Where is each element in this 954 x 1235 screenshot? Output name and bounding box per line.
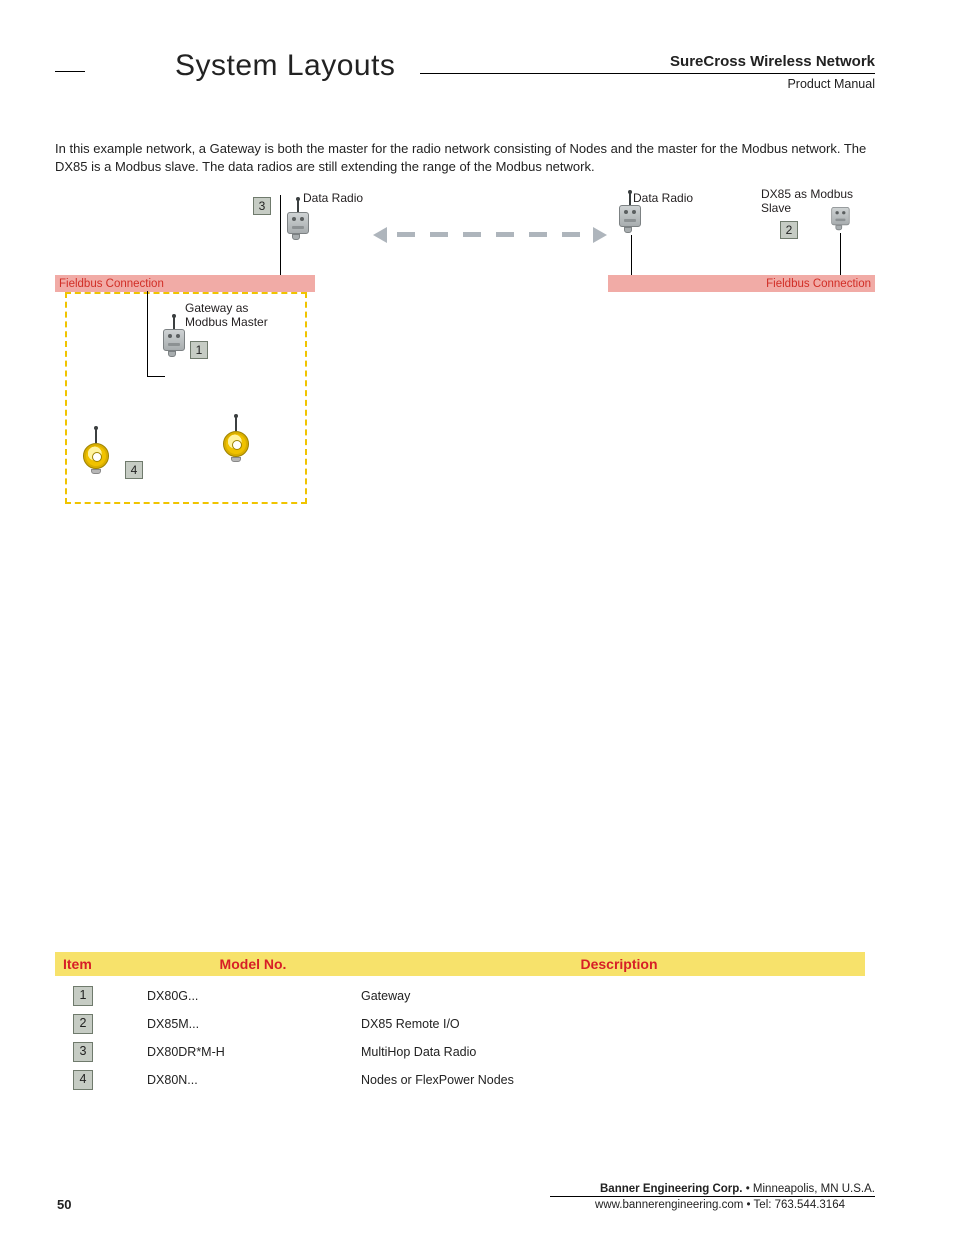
rule-left bbox=[55, 71, 85, 72]
rule-header bbox=[420, 73, 875, 74]
table-row: 1 DX80G... Gateway bbox=[55, 982, 865, 1010]
num-box-4: 4 bbox=[125, 461, 143, 479]
wireless-link-arrow bbox=[375, 224, 605, 244]
items-table: Item Model No. Description 1 DX80G... Ga… bbox=[55, 952, 865, 1094]
table-header: Item Model No. Description bbox=[55, 952, 865, 976]
data-radio-icon-right bbox=[615, 193, 645, 235]
cell-model: DX80G... bbox=[139, 982, 353, 1010]
fieldbus-label-right: Fieldbus Connection bbox=[766, 278, 871, 290]
fieldbus-bar-left: Fieldbus Connection bbox=[55, 275, 315, 292]
footer-rule-short bbox=[845, 1196, 875, 1197]
cell-desc: Nodes or FlexPower Nodes bbox=[353, 1066, 865, 1094]
num-box-1: 1 bbox=[190, 341, 208, 359]
fieldbus-bar-right: Fieldbus Connection bbox=[608, 275, 875, 292]
row-num: 4 bbox=[73, 1070, 93, 1090]
network-diagram: 3 Data Radio Data Radio DX85 as Modbus S… bbox=[55, 189, 875, 529]
data-radio-icon-left bbox=[283, 200, 313, 242]
page-number: 50 bbox=[57, 1197, 71, 1212]
cell-desc: Gateway bbox=[353, 982, 865, 1010]
cell-model: DX85M... bbox=[139, 1010, 353, 1038]
th-item: Item bbox=[55, 956, 133, 972]
node-icon bbox=[80, 429, 112, 473]
num-box-2: 2 bbox=[780, 221, 798, 239]
table-row: 2 DX85M... DX85 Remote I/O bbox=[55, 1010, 865, 1038]
cell-desc: MultiHop Data Radio bbox=[353, 1038, 865, 1066]
connector-line bbox=[840, 233, 841, 275]
cell-desc: DX85 Remote I/O bbox=[353, 1010, 865, 1038]
th-desc: Description bbox=[373, 956, 865, 972]
connector-line bbox=[147, 376, 165, 377]
th-model: Model No. bbox=[133, 956, 373, 972]
connector-line bbox=[147, 291, 148, 376]
connector-line bbox=[631, 235, 632, 275]
row-num: 1 bbox=[73, 986, 93, 1006]
num-box-3: 3 bbox=[253, 197, 271, 215]
cell-model: DX80N... bbox=[139, 1066, 353, 1094]
intro-paragraph: In this example network, a Gateway is bo… bbox=[55, 140, 875, 175]
doc-title: SureCross Wireless Network bbox=[670, 53, 875, 70]
label-gateway-master: Gateway as Modbus Master bbox=[185, 301, 275, 329]
connector-line bbox=[280, 195, 281, 275]
node-icon bbox=[220, 417, 252, 461]
dx85-icon bbox=[828, 197, 853, 232]
fieldbus-label-left: Fieldbus Connection bbox=[59, 278, 164, 290]
doc-subtitle: Product Manual bbox=[787, 77, 875, 91]
cell-model: DX80DR*M-H bbox=[139, 1038, 353, 1066]
footer-contact: www.bannerengineering.com • Tel: 763.544… bbox=[595, 1199, 845, 1211]
row-num: 3 bbox=[73, 1042, 93, 1062]
footer-rule bbox=[550, 1196, 875, 1197]
table-row: 4 DX80N... Nodes or FlexPower Nodes bbox=[55, 1066, 865, 1094]
table-row: 3 DX80DR*M-H MultiHop Data Radio bbox=[55, 1038, 865, 1066]
gateway-icon bbox=[159, 317, 189, 359]
row-num: 2 bbox=[73, 1014, 93, 1034]
section-title: System Layouts bbox=[175, 49, 395, 83]
page-header: System Layouts SureCross Wireless Networ… bbox=[55, 55, 875, 100]
footer-company: Banner Engineering Corp. • Minneapolis, … bbox=[600, 1183, 875, 1195]
